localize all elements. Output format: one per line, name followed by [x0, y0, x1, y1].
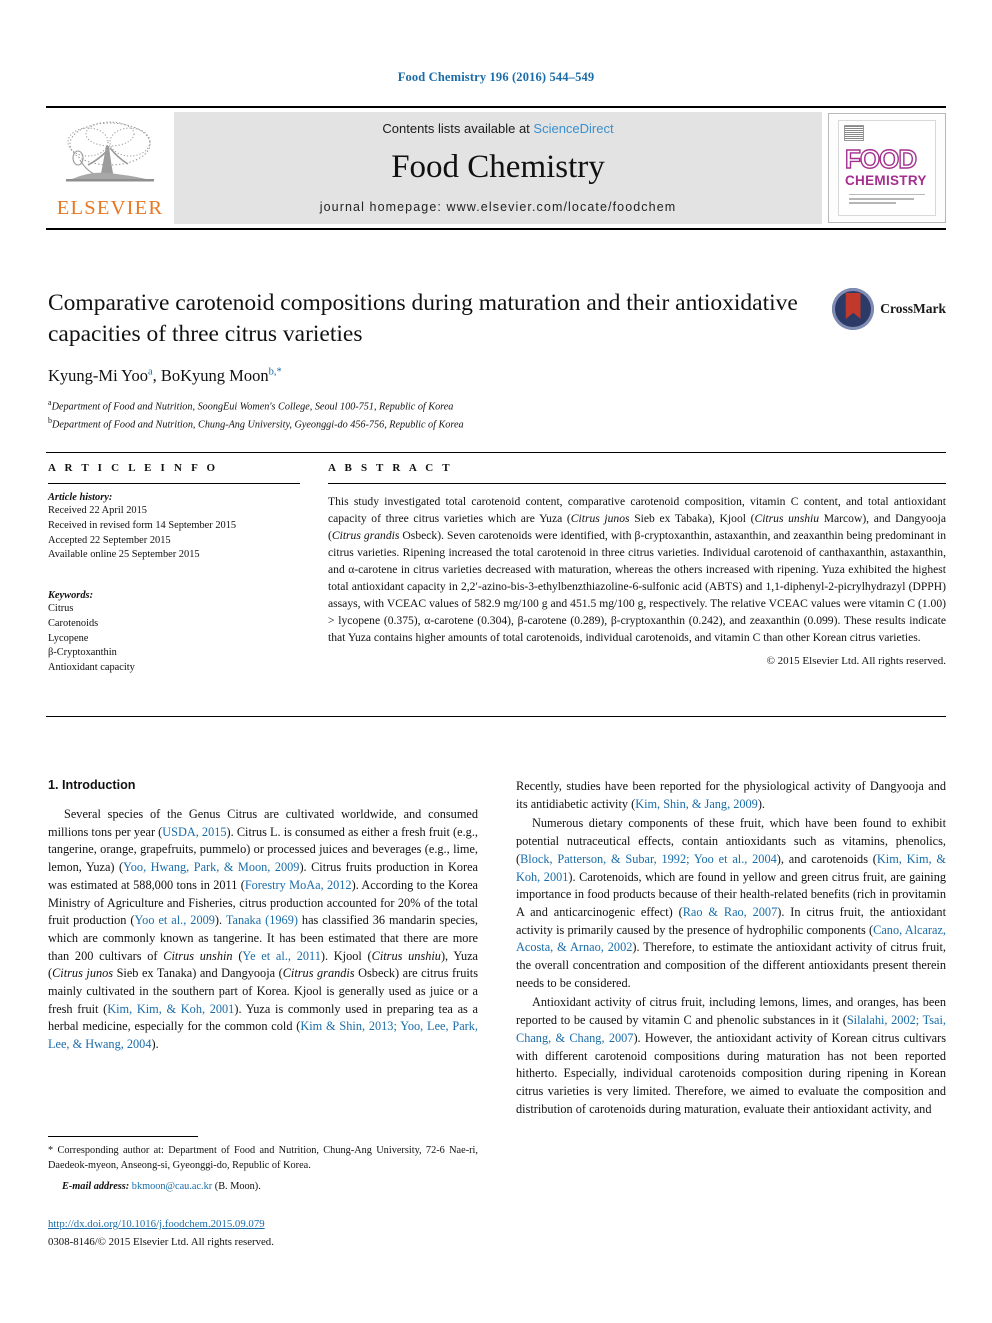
citation-link[interactable]: Kim, Shin, & Jang, 2009 — [635, 797, 758, 811]
text-seg: ). — [151, 1037, 159, 1052]
species-name: Citrus grandis — [282, 966, 355, 981]
keyword-item: Citrus — [48, 603, 74, 615]
citation-link[interactable]: Block, Patterson, & Subar, 1992; Yoo et … — [520, 852, 777, 866]
email-label: E-mail address: — [62, 1181, 130, 1193]
abstract-copyright: © 2015 Elsevier Ltd. All rights reserved… — [766, 655, 946, 668]
citation-link[interactable]: Yoo et al., 2009 — [135, 913, 215, 927]
crossmark-icon — [832, 288, 875, 330]
history-item: Received in revised form 14 September 20… — [48, 519, 237, 531]
elsevier-logo: ELSEVIER — [46, 108, 174, 228]
email-note: E-mail address: bkmoon@cau.ac.kr (B. Moo… — [48, 1180, 478, 1195]
abstract-seg: Osbeck). Seven carotenoids were identifi… — [328, 529, 947, 645]
keyword-item: β-Cryptoxanthin — [48, 647, 117, 659]
elsevier-wordmark: ELSEVIER — [56, 197, 164, 219]
cover-border: FOOD CHEMISTRY — [838, 120, 936, 216]
article-info-heading: A R T I C L E I N F O — [48, 462, 219, 474]
crossmark-label: CrossMark — [880, 301, 946, 316]
info-section-top-rule — [46, 452, 946, 453]
body-column-left: 1. Introduction Several species of the G… — [48, 778, 478, 1120]
keyword-item: Antioxidant capacity — [48, 662, 135, 674]
crossmark-ribbon-icon — [845, 293, 861, 319]
journal-cover-thumbnail[interactable]: FOOD CHEMISTRY — [828, 113, 946, 223]
sciencedirect-link[interactable]: ScienceDirect — [533, 121, 613, 136]
author-2: , BoKyung Moon — [152, 366, 269, 386]
abstract-seg: Sieb ex Tabaka), Kjool ( — [629, 512, 755, 526]
email-suffix: (B. Moon). — [212, 1181, 261, 1193]
citation-link[interactable]: Tanaka (1969) — [226, 913, 298, 927]
species-name: Citrus junos — [570, 512, 630, 526]
species-name: Citrus unshiu — [371, 948, 441, 963]
species-name: Citrus unshin — [163, 948, 233, 963]
footnote-rule — [48, 1136, 198, 1137]
abstract-rule — [328, 483, 946, 484]
cover-publisher-mark-icon — [844, 125, 864, 141]
keywords-label: Keywords: — [48, 590, 94, 602]
species-name: Citrus grandis — [331, 529, 400, 543]
article-history-label: Article history: — [48, 492, 113, 503]
author-list: Kyung-Mi Yooa, BoKyung Moonb,* — [48, 366, 808, 386]
affiliation-a: aDepartment of Food and Nutrition, Soong… — [48, 397, 808, 415]
paragraph: Several species of the Genus Citrus are … — [48, 806, 478, 1054]
species-name: Citrus junos — [52, 966, 114, 981]
affiliation-b: bDepartment of Food and Nutrition, Chung… — [48, 415, 808, 433]
citation-link[interactable]: USDA, 2015 — [162, 825, 226, 839]
text-seg: ). — [214, 913, 226, 928]
affiliation-list: aDepartment of Food and Nutrition, Soong… — [48, 397, 808, 432]
title-block: Comparative carotenoid compositions duri… — [48, 288, 808, 432]
crossmark-badge[interactable]: CrossMark — [832, 288, 946, 330]
history-item: Available online 25 September 2015 — [48, 549, 200, 561]
journal-title: Food Chemistry — [391, 148, 605, 185]
page-title: Comparative carotenoid compositions duri… — [48, 290, 798, 347]
citation-link[interactable]: Ye et al., 2011 — [242, 949, 320, 963]
author-2-affil-marker[interactable]: b,* — [269, 367, 282, 378]
abstract-column: A B S T R A C T This study investigated … — [328, 462, 946, 667]
text-seg: ), and carotenoids ( — [776, 851, 877, 866]
info-section-bottom-rule — [46, 716, 946, 717]
elsevier-tree-icon — [66, 121, 154, 182]
keywords-block: Keywords: Citrus Carotenoids Lycopene β-… — [48, 590, 300, 676]
affiliation-b-text: Department of Food and Nutrition, Chung-… — [52, 419, 464, 431]
doi-block: http://dx.doi.org/10.1016/j.foodchem.201… — [48, 1217, 478, 1251]
corresponding-author-note: * Corresponding author at: Department of… — [48, 1145, 478, 1171]
journal-masthead: ELSEVIER Contents lists available at Sci… — [46, 106, 946, 230]
author-1: Kyung-Mi Yoo — [48, 366, 148, 386]
affiliation-a-text: Department of Food and Nutrition, SoongE… — [51, 401, 454, 413]
running-head: Food Chemistry 196 (2016) 544–549 — [397, 70, 595, 84]
email-link[interactable]: bkmoon@cau.ac.kr — [132, 1181, 212, 1192]
history-item: Accepted 22 September 2015 — [48, 534, 171, 546]
section-heading-introduction: 1. Introduction — [48, 778, 136, 792]
keyword-item: Carotenoids — [48, 617, 99, 629]
issn-copyright-line: 0308-8146/© 2015 Elsevier Ltd. All right… — [48, 1236, 274, 1249]
history-item: Received 22 April 2015 — [48, 505, 147, 516]
cover-title-chemistry: CHEMISTRY — [845, 173, 927, 188]
masthead-center: Contents lists available at ScienceDirec… — [174, 112, 822, 224]
article-info-column: A R T I C L E I N F O Article history: R… — [48, 462, 300, 676]
cover-footer-lines — [849, 194, 925, 206]
cover-title-food: FOOD — [844, 144, 918, 174]
paragraph: Numerous dietary components of these fru… — [516, 815, 946, 992]
text-seg: ( — [232, 948, 243, 963]
body-column-right: Recently, studies have been reported for… — [516, 778, 946, 1120]
paragraph: Recently, studies have been reported for… — [516, 778, 946, 813]
text-seg: Sieb ex Tanaka) and Dangyooja ( — [113, 966, 283, 981]
abstract-text: This study investigated total carotenoid… — [328, 493, 946, 646]
citation-link[interactable]: Forestry MoAa, 2012 — [245, 878, 352, 892]
contents-prefix: Contents lists available at — [382, 121, 534, 136]
text-seg: ). — [757, 796, 765, 811]
article-info-rule — [48, 483, 300, 484]
article-page: Food Chemistry 196 (2016) 544–549 ELSEVI… — [0, 0, 992, 1323]
abstract-heading: A B S T R A C T — [328, 462, 453, 474]
doi-link[interactable]: http://dx.doi.org/10.1016/j.foodchem.201… — [48, 1217, 478, 1233]
species-name: Citrus unshiu — [754, 512, 820, 526]
body-columns: 1. Introduction Several species of the G… — [48, 778, 946, 1120]
footnote-block: * Corresponding author at: Department of… — [48, 1136, 478, 1251]
text-seg: ). Kjool ( — [320, 948, 372, 963]
citation-link[interactable]: Yoo, Hwang, Park, & Moon, 2009 — [123, 860, 299, 874]
citation-link[interactable]: Rao & Rao, 2007 — [683, 905, 778, 919]
paragraph: Antioxidant activity of citrus fruit, in… — [516, 994, 946, 1118]
journal-homepage-link[interactable]: journal homepage: www.elsevier.com/locat… — [320, 200, 677, 214]
keyword-item: Lycopene — [48, 632, 89, 644]
citation-link[interactable]: Kim, Kim, & Koh, 2001 — [107, 1002, 234, 1016]
contents-available-line: Contents lists available at ScienceDirec… — [382, 121, 613, 136]
